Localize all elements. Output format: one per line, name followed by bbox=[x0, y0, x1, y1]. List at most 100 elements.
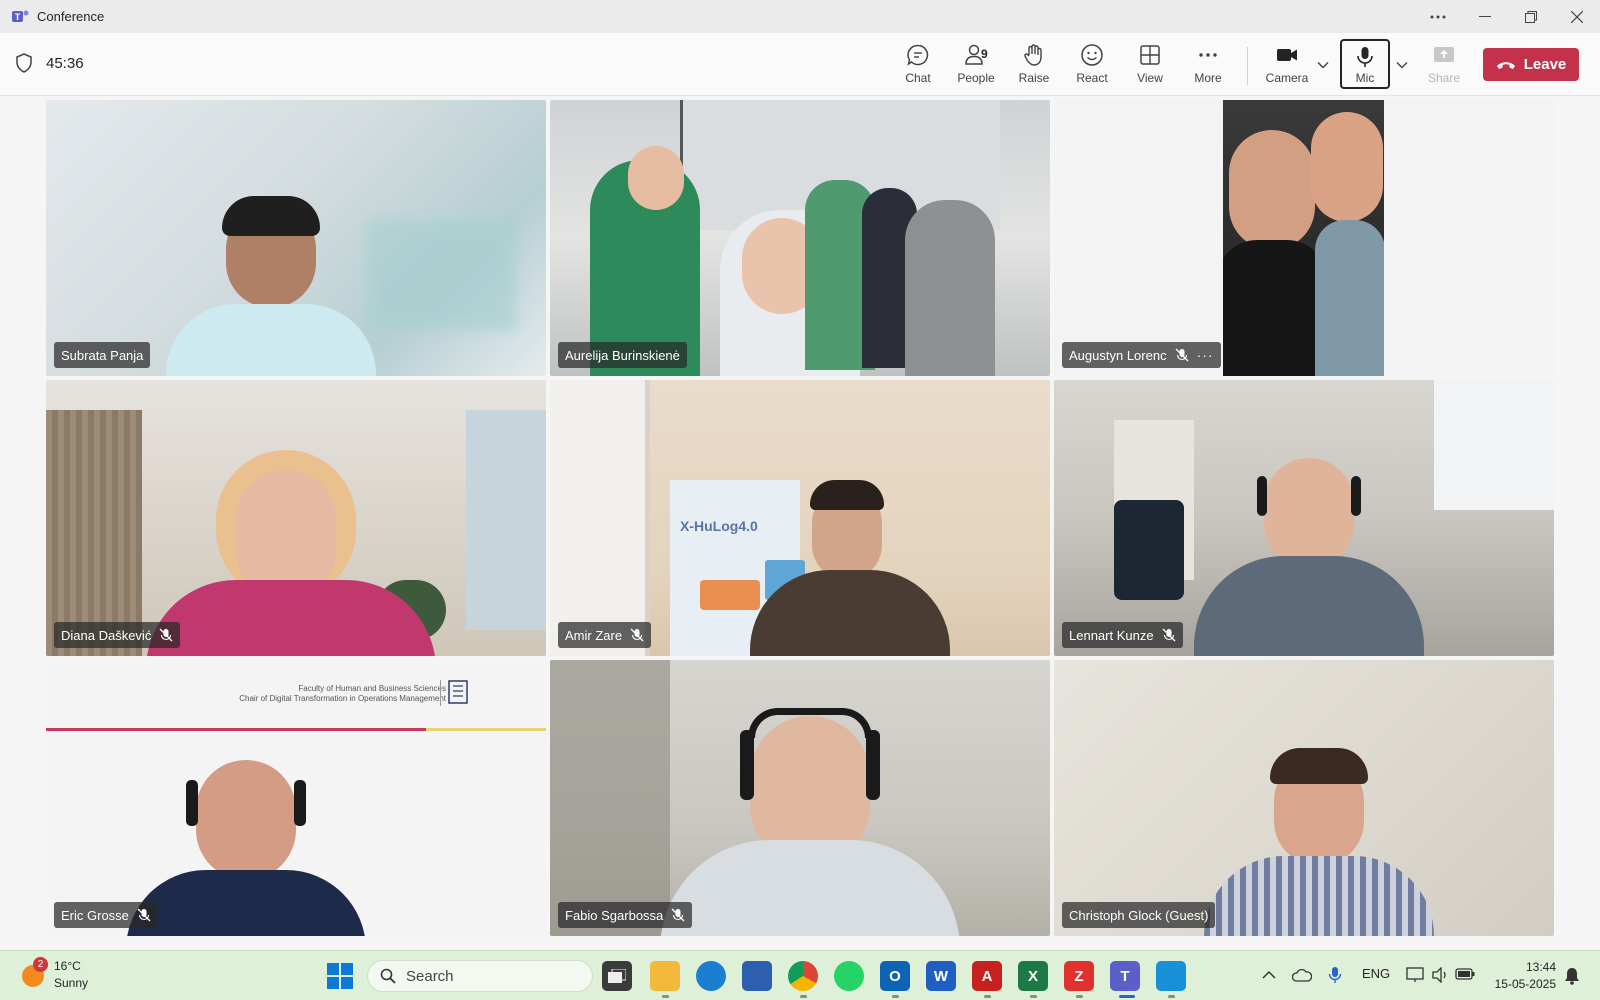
chevron-up-icon[interactable] bbox=[1262, 970, 1276, 980]
microphone-icon bbox=[1357, 47, 1373, 67]
participant-video-portrait bbox=[1223, 100, 1384, 376]
video-tile[interactable]: Subrata Panja bbox=[46, 100, 546, 376]
video-tile[interactable]: Lennart Kunze bbox=[1054, 380, 1554, 656]
mic-off-icon bbox=[159, 628, 173, 642]
video-tile[interactable]: X-HuLog4.0 Amir Zare bbox=[550, 380, 1050, 656]
mic-button[interactable]: Mic bbox=[1340, 39, 1390, 89]
participant-name-tag: Aurelija Burinskienė bbox=[558, 342, 687, 368]
camera-button[interactable]: Camera bbox=[1257, 39, 1317, 91]
teams-app-icon: T bbox=[12, 10, 29, 22]
microphone-tray-icon[interactable] bbox=[1328, 966, 1342, 984]
onedrive-cloud-icon[interactable] bbox=[1292, 968, 1312, 982]
video-tile[interactable]: Fabio Sgarbossa bbox=[550, 660, 1050, 936]
photos-icon[interactable] bbox=[1156, 961, 1186, 991]
zotero-icon[interactable]: Z bbox=[1064, 961, 1094, 991]
mic-off-icon bbox=[630, 628, 644, 642]
video-stage: Subrata Panja Aurelija Burinskienė Augus… bbox=[0, 96, 1600, 950]
emoji-icon bbox=[1081, 44, 1103, 66]
chevron-down-icon bbox=[1396, 62, 1408, 69]
mic-options-button[interactable] bbox=[1393, 55, 1411, 75]
system-clock[interactable]: 13:44 15-05-2025 bbox=[1488, 959, 1556, 993]
toolbar-divider bbox=[1247, 47, 1248, 85]
mic-off-icon bbox=[1175, 348, 1189, 362]
meeting-timer: 45:36 bbox=[46, 55, 84, 72]
more-options-icon[interactable]: ··· bbox=[1197, 347, 1214, 363]
slide-header-line1: Faculty of Human and Business Sciences bbox=[298, 684, 446, 693]
video-tile[interactable]: Augustyn Lorenc ··· bbox=[1054, 100, 1554, 376]
edge-browser-icon[interactable] bbox=[696, 961, 726, 991]
teams-icon[interactable]: T bbox=[1110, 961, 1140, 991]
windows-taskbar: 2 16°C Sunny Search O W A X Z T ENG 13:4… bbox=[0, 950, 1600, 1000]
chat-icon bbox=[907, 44, 929, 66]
raise-hand-button[interactable]: Raise bbox=[1005, 39, 1063, 91]
windows-start-icon[interactable] bbox=[327, 963, 353, 989]
mic-off-icon bbox=[137, 908, 151, 922]
video-tile[interactable]: Faculty of Human and Business Sciences C… bbox=[46, 660, 546, 936]
battery-icon[interactable] bbox=[1455, 968, 1475, 980]
svg-text:T: T bbox=[15, 12, 21, 22]
window-title: Conference bbox=[37, 9, 105, 24]
leave-button[interactable]: Leave bbox=[1483, 48, 1579, 81]
network-icon[interactable] bbox=[1406, 967, 1424, 983]
notification-bell-icon[interactable] bbox=[1564, 967, 1580, 985]
store-icon[interactable] bbox=[742, 961, 772, 991]
language-indicator[interactable]: ENG bbox=[1362, 966, 1390, 981]
restore-button[interactable] bbox=[1508, 0, 1554, 33]
camera-icon bbox=[1277, 49, 1297, 61]
whatsapp-icon[interactable] bbox=[834, 961, 864, 991]
participant-figure bbox=[1264, 458, 1354, 568]
banner-logo-text: X-HuLog4.0 bbox=[680, 518, 758, 534]
volume-icon[interactable] bbox=[1431, 967, 1449, 983]
restore-icon bbox=[1525, 10, 1537, 23]
more-horizontal-icon bbox=[1199, 53, 1217, 57]
participant-name-tag: Fabio Sgarbossa bbox=[558, 902, 693, 928]
participant-figure bbox=[196, 760, 296, 880]
participant-name-tag: Lennart Kunze bbox=[1062, 622, 1183, 648]
mic-off-icon bbox=[671, 908, 685, 922]
chat-button[interactable]: Chat bbox=[889, 39, 947, 91]
title-bar: T Conference bbox=[0, 0, 1600, 33]
word-icon[interactable]: W bbox=[926, 961, 956, 991]
university-seal-icon bbox=[448, 680, 468, 704]
grid-view-icon bbox=[1140, 45, 1160, 65]
outlook-icon[interactable]: O bbox=[880, 961, 910, 991]
chevron-down-icon bbox=[1317, 62, 1329, 69]
hand-icon bbox=[1024, 44, 1042, 66]
close-icon bbox=[1571, 10, 1583, 23]
file-explorer-icon[interactable] bbox=[650, 961, 680, 991]
participant-name-tag: Eric Grosse bbox=[54, 902, 158, 928]
window-more-button[interactable] bbox=[1415, 0, 1461, 33]
close-button[interactable] bbox=[1554, 0, 1600, 33]
video-tile[interactable]: Christoph Glock (Guest) bbox=[1054, 660, 1554, 936]
notification-badge: 2 bbox=[33, 957, 48, 972]
participant-name-tag: Christoph Glock (Guest) bbox=[1062, 902, 1216, 928]
shield-icon bbox=[16, 53, 32, 73]
more-horizontal-icon bbox=[1430, 15, 1446, 18]
camera-options-button[interactable] bbox=[1314, 55, 1332, 75]
search-icon bbox=[380, 968, 396, 984]
participant-name-tag: Amir Zare bbox=[558, 622, 652, 648]
view-button[interactable]: View bbox=[1121, 39, 1179, 91]
participant-name-tag: Diana Daškević bbox=[54, 622, 181, 648]
video-tile[interactable]: Diana Daškević bbox=[46, 380, 546, 656]
minimize-icon bbox=[1479, 15, 1491, 17]
people-count-badge: 9 bbox=[981, 47, 988, 61]
people-button[interactable]: 9 People bbox=[947, 39, 1005, 91]
share-screen-icon bbox=[1434, 47, 1454, 62]
task-view-icon[interactable] bbox=[602, 961, 632, 991]
participant-name-tag: Augustyn Lorenc ··· bbox=[1062, 342, 1221, 368]
chrome-icon[interactable] bbox=[788, 961, 818, 991]
react-button[interactable]: React bbox=[1063, 39, 1121, 91]
acrobat-icon[interactable]: A bbox=[972, 961, 1002, 991]
share-button[interactable]: Share bbox=[1415, 39, 1473, 91]
minimize-button[interactable] bbox=[1462, 0, 1508, 33]
excel-icon[interactable]: X bbox=[1018, 961, 1048, 991]
mic-off-icon bbox=[1162, 628, 1176, 642]
video-tile[interactable]: Aurelija Burinskienė bbox=[550, 100, 1050, 376]
taskbar-search-input[interactable]: Search bbox=[367, 960, 593, 992]
participant-name-tag: Subrata Panja bbox=[54, 342, 151, 368]
more-button[interactable]: More bbox=[1179, 39, 1237, 91]
meeting-toolbar: 45:36 Chat 9 People Raise React View Mor… bbox=[0, 33, 1600, 96]
hang-up-icon bbox=[1496, 61, 1515, 69]
slide-header-line2: Chair of Digital Transformation in Opera… bbox=[239, 694, 446, 703]
